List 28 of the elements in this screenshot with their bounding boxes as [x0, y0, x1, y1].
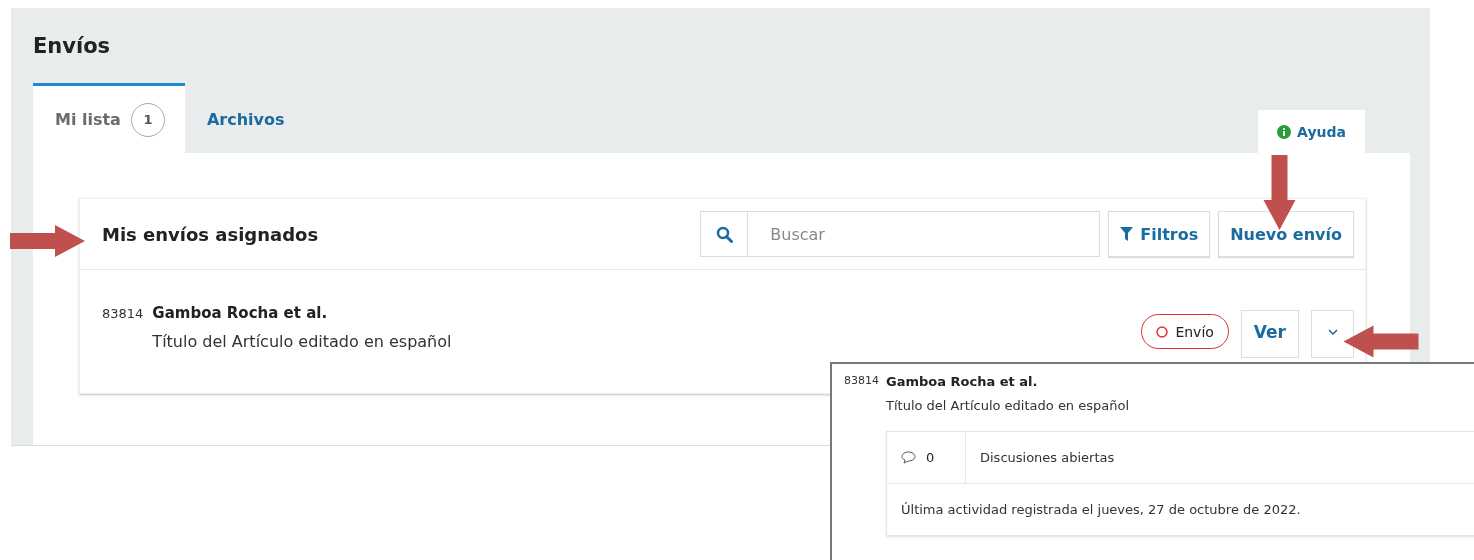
- comment-icon: [901, 451, 916, 464]
- expand-button[interactable]: [1311, 310, 1354, 358]
- info-icon: [1277, 124, 1292, 139]
- view-button[interactable]: Ver: [1240, 310, 1299, 358]
- discussions-label: Discusiones abiertas: [979, 450, 1115, 465]
- tab[interactable]: Mi lista 1: [33, 83, 185, 153]
- chevron-down-icon: [1327, 329, 1338, 335]
- circle-icon: [1156, 325, 1169, 338]
- filter-icon: [1120, 227, 1134, 241]
- search-icon: [715, 225, 733, 243]
- submission-id: 83814: [102, 306, 144, 323]
- submission-title: Título del Artículo editado en español: [886, 398, 1130, 413]
- tab[interactable]: Archivos: [184, 83, 305, 153]
- list-title: Mis envíos asignados: [102, 223, 319, 245]
- submission-title: Título del Artículo editado en español: [152, 332, 452, 351]
- arrow-icon: [10, 225, 86, 258]
- submission-authors: Gamboa Rocha et al.: [886, 374, 1039, 389]
- last-activity: Última actividad registrada el jueves, 27 de octubre de 2022.: [900, 502, 1301, 517]
- search-button[interactable]: [700, 211, 749, 257]
- new-submission-button[interactable]: Nuevo envío: [1218, 211, 1354, 257]
- submission-id: 83814: [844, 374, 879, 389]
- arrow-icon: [1343, 325, 1419, 358]
- help-tab[interactable]: Ayuda: [1258, 110, 1365, 153]
- filter-button[interactable]: Filtros: [1108, 211, 1211, 257]
- page-title: Envíos: [33, 34, 112, 58]
- discussion-count: 0: [926, 450, 935, 465]
- submission-authors: Gamboa Rocha et al.: [152, 304, 329, 322]
- search-field[interactable]: Buscar: [748, 211, 1101, 257]
